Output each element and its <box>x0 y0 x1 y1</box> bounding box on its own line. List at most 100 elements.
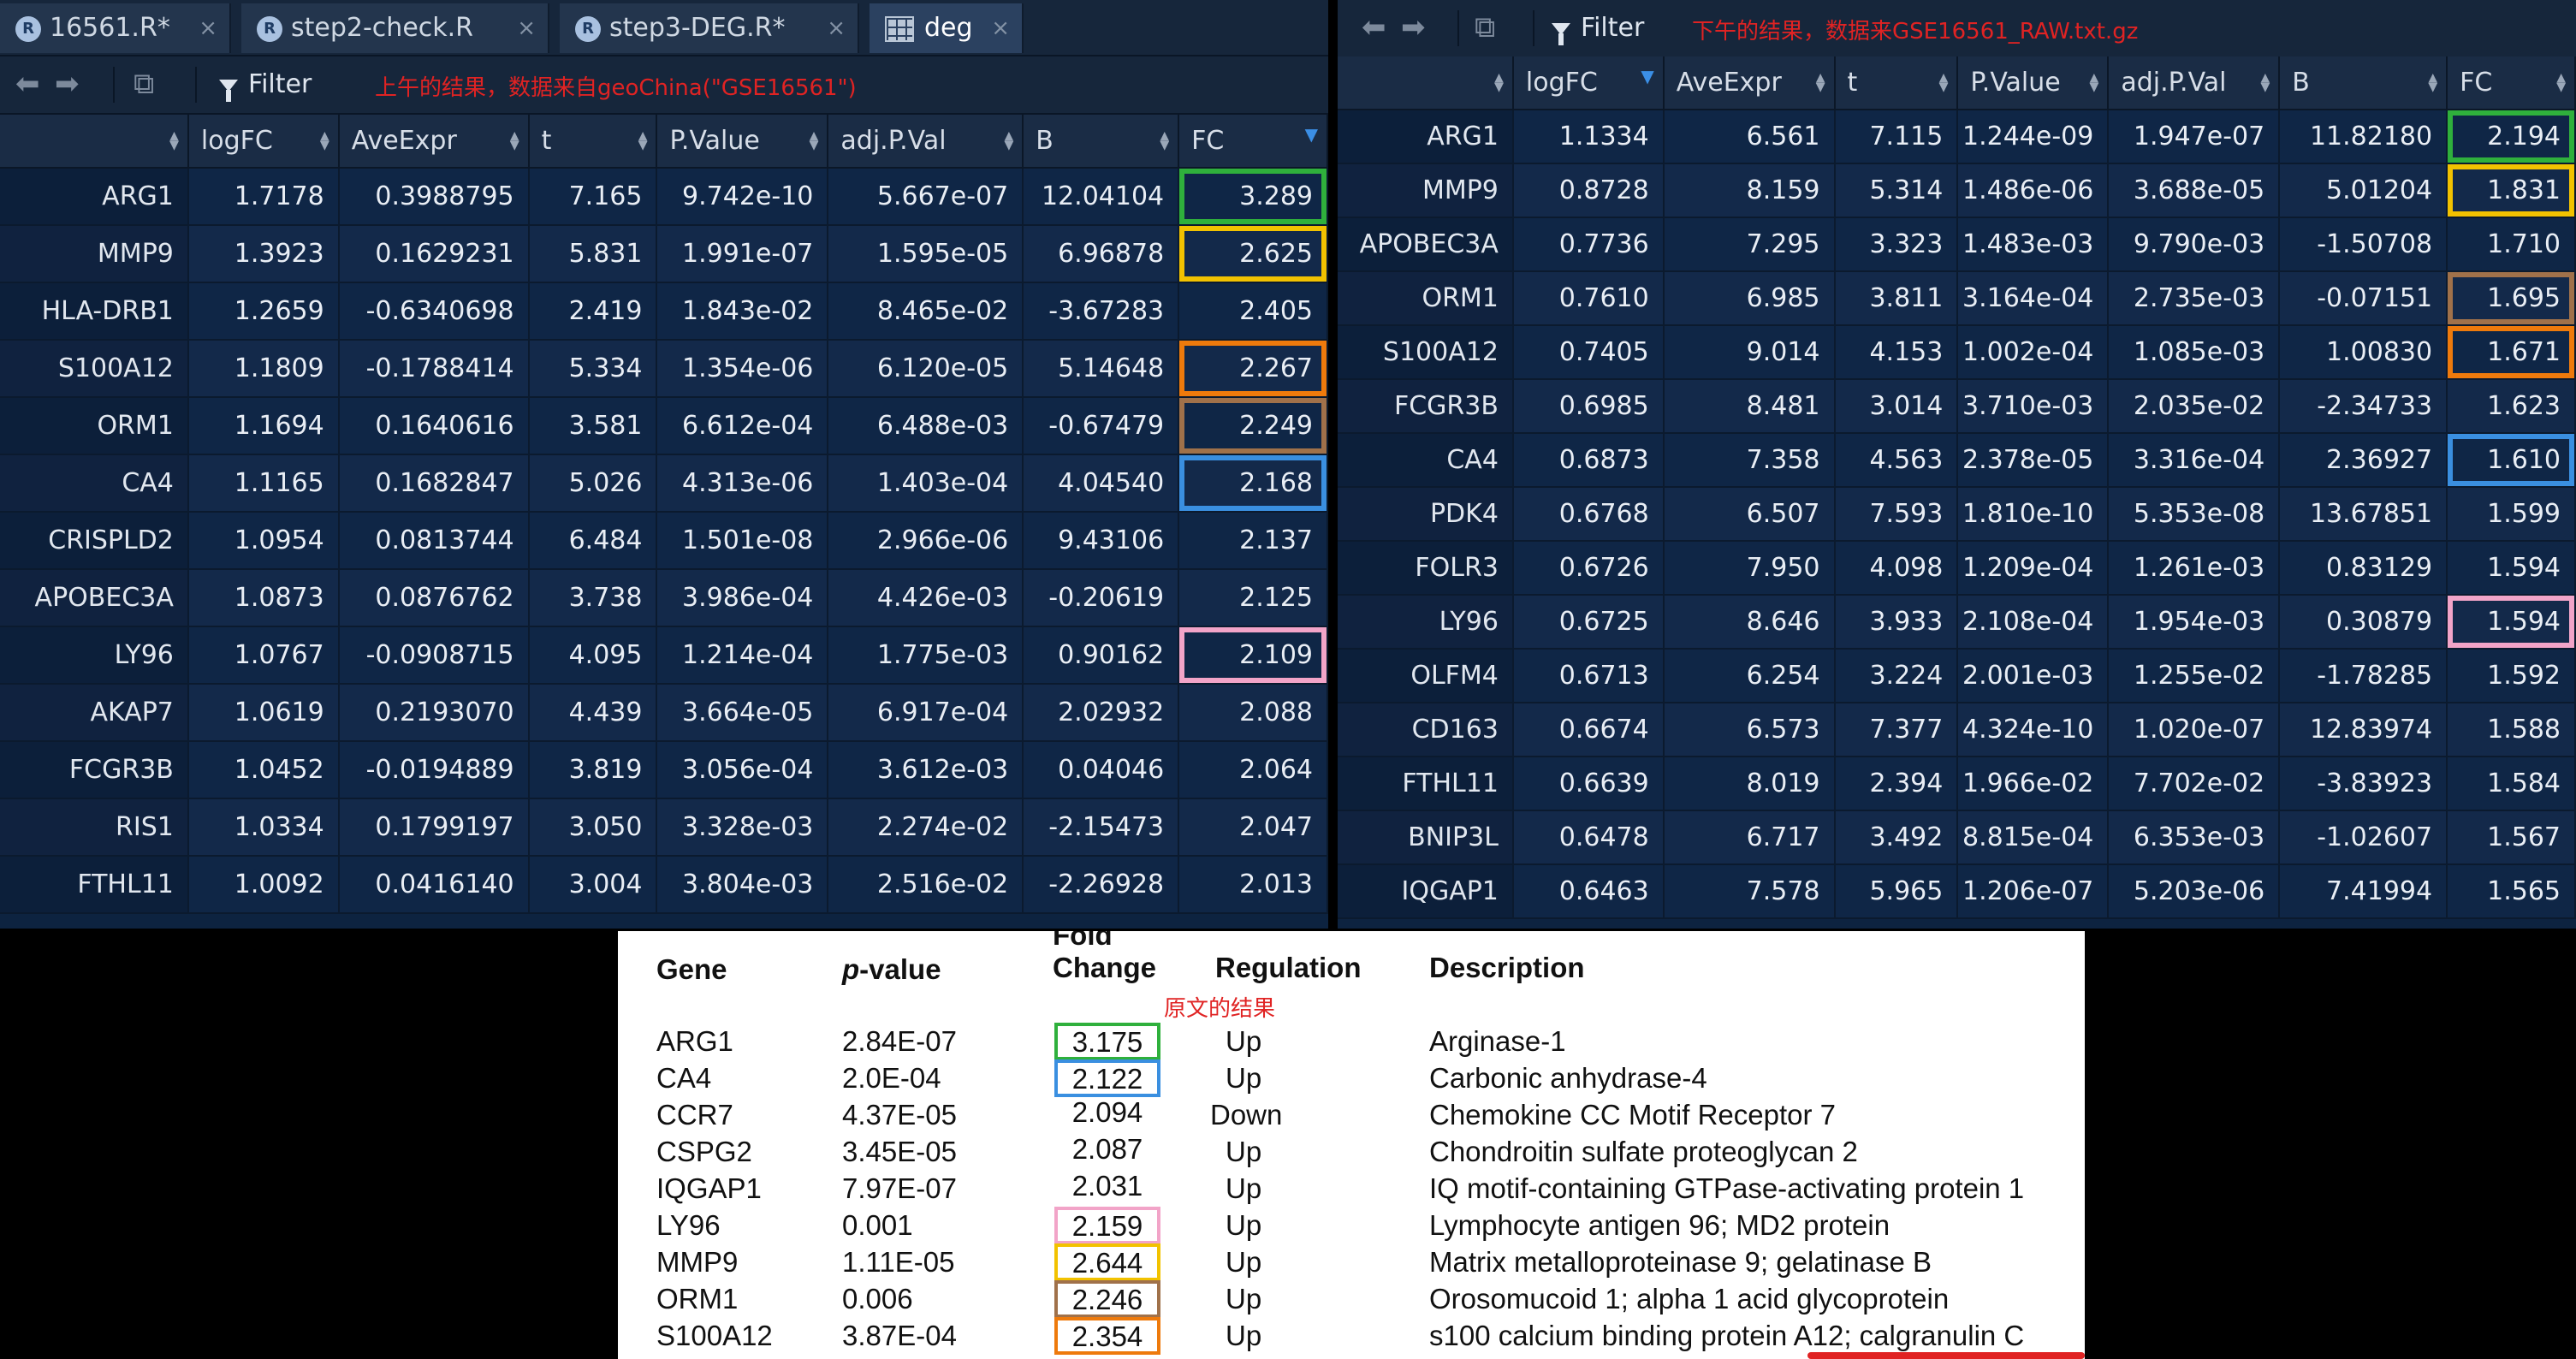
column-header-adj-p-val[interactable]: adj.P.Val ▲ ▼ <box>2108 56 2281 110</box>
tab-deg[interactable]: deg × <box>870 3 1024 53</box>
cell-aveexpr: 0.3988795 <box>338 168 530 226</box>
sort-icon[interactable]: ▲ ▼ <box>2428 72 2437 93</box>
sort-icon[interactable]: ▲ ▼ <box>2556 72 2566 93</box>
forward-arrow-icon[interactable]: ➡ <box>1401 9 1426 46</box>
filter-label: Filter <box>248 69 312 99</box>
back-arrow-icon[interactable]: ⬅ <box>1362 9 1386 46</box>
sort-icon[interactable]: ▲ ▼ <box>1160 130 1169 151</box>
column-header-rownames[interactable]: ▲ ▼ <box>0 115 189 169</box>
column-header-b[interactable]: B ▲ ▼ <box>1023 115 1180 169</box>
back-arrow-icon[interactable]: ⬅ <box>15 65 40 103</box>
column-header-b[interactable]: B ▲ ▼ <box>2279 56 2448 110</box>
cell-b: 0.90162 <box>1023 626 1180 685</box>
paper-cell-p: 0.006 <box>842 1283 913 1314</box>
cell-adj-p-val: 1.255e-02 <box>2108 649 2281 703</box>
column-header-t[interactable]: t ▲ ▼ <box>1834 56 1959 110</box>
table-row: S100A12 0.7405 9.014 4.153 1.002e-04 1.085e-0… <box>1338 325 2576 380</box>
forward-arrow-icon[interactable]: ➡ <box>55 65 80 103</box>
column-header-t[interactable]: t ▲ ▼ <box>528 115 658 169</box>
table-row: CD163 0.6674 6.573 7.377 4.324e-10 1.020e-07 1… <box>1338 703 2576 757</box>
sort-icon[interactable]: ▲ ▼ <box>638 130 648 151</box>
paper-cell-fc: 2.087 <box>1071 1133 1143 1165</box>
sort-icon[interactable]: ▲ ▼ <box>2090 72 2099 93</box>
paper-cell-gene: ORM1 <box>656 1283 739 1314</box>
column-header-fc[interactable]: FC ▼ <box>1178 115 1328 169</box>
sort-icon[interactable]: ▲ ▼ <box>1816 72 1825 93</box>
header-pvalue-italic: p <box>842 953 860 985</box>
filter-button[interactable]: Filter <box>1552 10 1644 46</box>
column-header-p-value[interactable]: P.Value ▲ ▼ <box>656 115 829 169</box>
cell-p-value: 1.214e-04 <box>656 626 829 685</box>
close-icon[interactable]: × <box>991 3 1010 53</box>
table-row: FTHL11 0.6639 8.019 2.394 1.966e-02 7.702e-02… <box>1338 757 2576 811</box>
row-gene-name: MMP9 <box>1338 163 1514 218</box>
column-header-logfc[interactable]: logFC ▲ ▼ <box>187 115 340 169</box>
row-gene-name: CD163 <box>1338 703 1514 757</box>
tab-step3-deg-r[interactable]: Rstep3-DEG.R* × <box>560 3 859 53</box>
cell-fc-highlighted: 3.289 <box>1178 168 1328 226</box>
column-header-label: B <box>1036 126 1054 156</box>
column-header-logfc[interactable]: logFC ▼ <box>1512 56 1665 110</box>
cell-logfc: 0.7610 <box>1512 271 1665 326</box>
sort-icon[interactable]: ▲ ▼ <box>169 130 179 151</box>
column-header-p-value[interactable]: P.Value ▲ ▼ <box>1957 56 2110 110</box>
tab-step2-check-r[interactable]: Rstep2-check.R × <box>241 3 549 53</box>
paper-cell-gene: CCR7 <box>656 1099 733 1131</box>
cell-aveexpr: -0.0194889 <box>338 741 530 799</box>
row-gene-name: FCGR3B <box>0 741 189 799</box>
sort-icon[interactable]: ▲ ▼ <box>320 130 329 151</box>
cell-aveexpr: 8.481 <box>1663 379 1836 434</box>
show-in-window-icon[interactable]: ⧉ <box>134 65 154 103</box>
show-in-window-icon[interactable]: ⧉ <box>1475 9 1495 46</box>
column-header-aveexpr[interactable]: AveExpr ▲ ▼ <box>1663 56 1836 110</box>
cell-adj-p-val: 6.353e-03 <box>2108 810 2281 865</box>
cell-aveexpr: 6.561 <box>1663 110 1836 164</box>
column-header-aveexpr[interactable]: AveExpr ▲ ▼ <box>338 115 530 169</box>
cell-aveexpr: 6.254 <box>1663 649 1836 703</box>
filter-button[interactable]: Filter <box>219 67 312 103</box>
cell-logfc: 1.1809 <box>187 340 340 398</box>
tab-16561-r[interactable]: R 16561.R* × <box>0 3 231 53</box>
column-header-adj-p-val[interactable]: adj.P.Val ▲ ▼ <box>828 115 1024 169</box>
cell-adj-p-val: 1.261e-03 <box>2108 541 2281 596</box>
paper-cell-desc: Arginase-1 <box>1429 1025 1566 1057</box>
cell-fc: 2.047 <box>1178 798 1328 857</box>
cell-logfc: 0.8728 <box>1512 163 1665 218</box>
cell-p-value: 8.815e-04 <box>1957 810 2110 865</box>
sort-desc-icon[interactable]: ▼ <box>1305 126 1318 143</box>
row-gene-name: AKAP7 <box>0 684 189 742</box>
sort-desc-icon[interactable]: ▼ <box>1641 68 1653 85</box>
column-header-rownames[interactable]: ▲ ▼ <box>1338 56 1514 110</box>
close-icon[interactable]: × <box>199 3 217 53</box>
paper-cell-fc: 2.094 <box>1071 1096 1143 1128</box>
table-row: ARG1 1.1334 6.561 7.115 1.244e-09 1.947e-07 11… <box>1338 110 2576 164</box>
column-header-fc[interactable]: FC ▲ ▼ <box>2447 56 2576 110</box>
paper-cell-fc-highlighted: 2.644 <box>1054 1243 1160 1281</box>
paper-cell-desc: Matrix metalloproteinase 9; gelatinase B <box>1429 1246 1932 1278</box>
close-icon[interactable]: × <box>827 3 846 53</box>
close-icon[interactable]: × <box>517 3 536 53</box>
sort-icon[interactable]: ▲ ▼ <box>2260 72 2270 93</box>
paper-cell-reg: Up <box>1226 1283 1262 1314</box>
cell-adj-p-val: 2.274e-02 <box>828 798 1024 857</box>
cell-b: -3.67283 <box>1023 282 1180 341</box>
paper-row: LY96 0.001 2.159 Up Lymphocyte antigen 96; M… <box>618 1207 2085 1244</box>
cell-fc: 2.088 <box>1178 684 1328 742</box>
sort-icon[interactable]: ▲ ▼ <box>1004 130 1013 151</box>
sort-icon[interactable]: ▲ ▼ <box>810 130 819 151</box>
paper-cell-gene: IQGAP1 <box>656 1172 762 1204</box>
filter-icon <box>219 79 238 102</box>
cell-b: 2.02932 <box>1023 684 1180 742</box>
cell-aveexpr: -0.1788414 <box>338 340 530 398</box>
sort-icon[interactable]: ▲ ▼ <box>1494 72 1504 93</box>
paper-results-table: Gene p-value Fold Change Regulation Desc… <box>618 931 2085 1359</box>
sort-icon[interactable]: ▲ ▼ <box>1939 72 1949 93</box>
right-data-viewer: ⬅ ➡ ⧉ Filter 下午的结果，数据来GSE16561_RAW.txt.g… <box>1338 0 2576 929</box>
cell-t: 3.811 <box>1834 271 1959 326</box>
header-description: Description <box>1429 952 1585 983</box>
red-underline <box>1807 1352 2085 1359</box>
row-gene-name: RIS1 <box>0 798 189 857</box>
sort-icon[interactable]: ▲ ▼ <box>510 130 519 151</box>
table-row: S100A12 1.1809 -0.1788414 5.334 1.354e-06 6.1… <box>0 340 1328 398</box>
cell-p-value: 2.108e-04 <box>1957 595 2110 650</box>
